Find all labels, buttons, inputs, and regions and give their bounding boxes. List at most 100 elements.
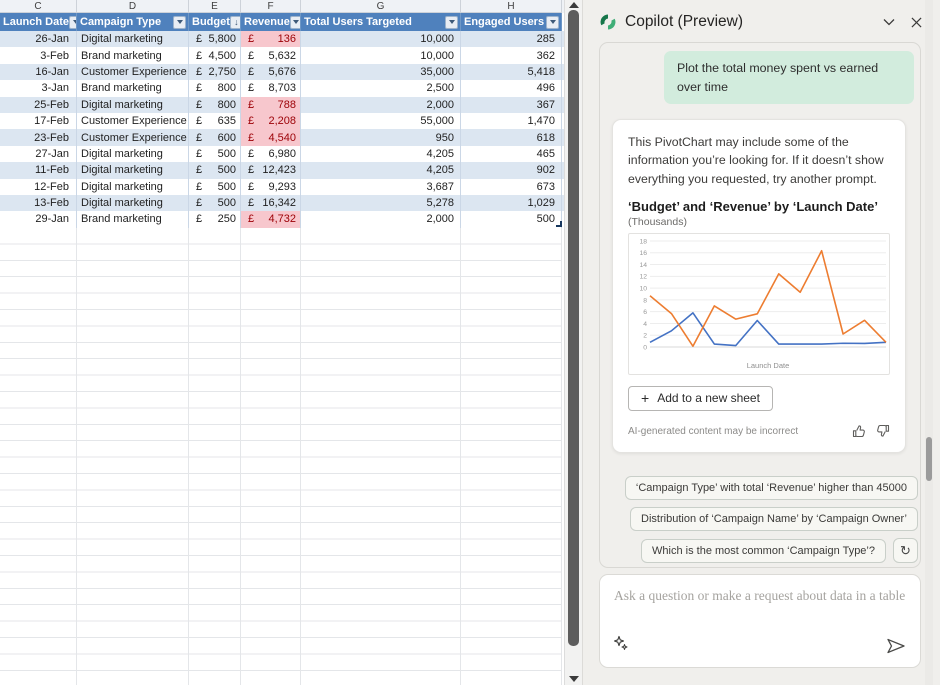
sparkle-prompt-icon[interactable] [613, 635, 629, 656]
scroll-down-icon[interactable] [569, 676, 579, 682]
cell-engaged-users[interactable]: 1,029 [461, 195, 562, 211]
chat-input-box[interactable]: Ask a question or make a request about d… [599, 574, 921, 668]
filter-dropdown-icon[interactable] [546, 16, 559, 29]
cell-budget[interactable]: £500 [189, 195, 241, 211]
cell-budget[interactable]: £600 [189, 129, 241, 145]
cell-revenue[interactable]: £8,703 [241, 80, 301, 96]
table-resize-handle[interactable] [556, 221, 562, 227]
panel-scrollbar-thumb[interactable] [926, 437, 932, 481]
suggestion-pill[interactable]: Which is the most common ‘Campaign Type’… [641, 539, 886, 563]
cell-campaign-type[interactable]: Digital marketing [77, 146, 189, 162]
cell-budget[interactable]: £2,750 [189, 64, 241, 80]
cell-engaged-users[interactable]: 367 [461, 97, 562, 113]
cell-campaign-type[interactable]: Digital marketing [77, 162, 189, 178]
cell-campaign-type[interactable]: Digital marketing [77, 179, 189, 195]
cell-launch-date[interactable]: 23-Feb [0, 129, 77, 145]
scroll-up-icon[interactable] [569, 2, 579, 8]
cell-campaign-type[interactable]: Brand marketing [77, 47, 189, 63]
cell-campaign-type[interactable]: Brand marketing [77, 211, 189, 227]
cell-revenue[interactable]: £2,208 [241, 113, 301, 129]
cell-revenue[interactable]: £9,293 [241, 179, 301, 195]
filter-dropdown-icon[interactable] [69, 16, 77, 29]
cell-total-users-targeted[interactable]: 4,205 [301, 146, 461, 162]
cell-launch-date[interactable]: 29-Jan [0, 211, 77, 227]
thumbs-up-icon[interactable] [852, 424, 866, 438]
send-icon[interactable] [886, 638, 906, 657]
close-icon[interactable] [909, 15, 924, 30]
panel-scrollbar-track[interactable] [925, 0, 933, 685]
cell-budget[interactable]: £4,500 [189, 47, 241, 63]
cell-revenue[interactable]: £12,423 [241, 162, 301, 178]
cell-total-users-targeted[interactable]: 2,000 [301, 97, 461, 113]
cell-engaged-users[interactable]: 362 [461, 47, 562, 63]
column-letter-e[interactable]: E [189, 0, 241, 13]
cell-engaged-users[interactable]: 500 [461, 211, 562, 227]
cell-revenue[interactable]: £4,540 [241, 129, 301, 145]
cell-revenue[interactable]: £136 [241, 31, 301, 47]
cell-revenue[interactable]: £16,342 [241, 195, 301, 211]
filter-dropdown-icon[interactable] [445, 16, 458, 29]
cell-budget[interactable]: £500 [189, 179, 241, 195]
cell-budget[interactable]: £800 [189, 80, 241, 96]
cell-campaign-type[interactable]: Customer Experience [77, 113, 189, 129]
cell-engaged-users[interactable]: 465 [461, 146, 562, 162]
cell-campaign-type[interactable]: Digital marketing [77, 31, 189, 47]
cell-launch-date[interactable]: 11-Feb [0, 162, 77, 178]
column-letter-c[interactable]: C [0, 0, 77, 13]
cell-launch-date[interactable]: 17-Feb [0, 113, 77, 129]
cell-launch-date[interactable]: 3-Feb [0, 47, 77, 63]
cell-budget[interactable]: £5,800 [189, 31, 241, 47]
cell-campaign-type[interactable]: Brand marketing [77, 80, 189, 96]
column-letter-g[interactable]: G [301, 0, 461, 13]
cell-launch-date[interactable]: 12-Feb [0, 179, 77, 195]
cell-total-users-targeted[interactable]: 4,205 [301, 162, 461, 178]
cell-total-users-targeted[interactable]: 55,000 [301, 113, 461, 129]
cell-engaged-users[interactable]: 673 [461, 179, 562, 195]
cell-revenue[interactable]: £5,632 [241, 47, 301, 63]
cell-total-users-targeted[interactable]: 35,000 [301, 64, 461, 80]
cell-launch-date[interactable]: 16-Jan [0, 64, 77, 80]
cell-revenue[interactable]: £5,676 [241, 64, 301, 80]
cell-budget[interactable]: £500 [189, 162, 241, 178]
sheet-scrollbar-thumb[interactable] [568, 10, 579, 646]
cell-launch-date[interactable]: 26-Jan [0, 31, 77, 47]
cell-campaign-type[interactable]: Customer Experience [77, 129, 189, 145]
suggestion-pill[interactable]: Distribution of ‘Campaign Name’ by ‘Camp… [630, 507, 918, 531]
collapse-chevron-icon[interactable] [881, 16, 897, 28]
add-to-new-sheet-button[interactable]: + Add to a new sheet [628, 386, 773, 411]
sort-descending-icon[interactable]: ↓ [230, 16, 241, 29]
column-letter-f[interactable]: F [241, 0, 301, 13]
cell-total-users-targeted[interactable]: 2,500 [301, 80, 461, 96]
filter-dropdown-icon[interactable] [173, 16, 186, 29]
cell-campaign-type[interactable]: Digital marketing [77, 97, 189, 113]
cell-launch-date[interactable]: 27-Jan [0, 146, 77, 162]
cell-engaged-users[interactable]: 1,470 [461, 113, 562, 129]
cell-budget[interactable]: £500 [189, 146, 241, 162]
cell-total-users-targeted[interactable]: 3,687 [301, 179, 461, 195]
cell-engaged-users[interactable]: 618 [461, 129, 562, 145]
cell-launch-date[interactable]: 3-Jan [0, 80, 77, 96]
cell-launch-date[interactable]: 13-Feb [0, 195, 77, 211]
empty-grid-cells[interactable] [0, 228, 562, 685]
cell-total-users-targeted[interactable]: 5,278 [301, 195, 461, 211]
column-letter-d[interactable]: D [77, 0, 189, 13]
cell-engaged-users[interactable]: 496 [461, 80, 562, 96]
cell-budget[interactable]: £635 [189, 113, 241, 129]
cell-total-users-targeted[interactable]: 10,000 [301, 31, 461, 47]
cell-campaign-type[interactable]: Digital marketing [77, 195, 189, 211]
sheet-vertical-scrollbar[interactable] [564, 0, 582, 685]
suggestion-pill[interactable]: ‘Campaign Type’ with total ‘Revenue’ hig… [625, 476, 918, 500]
cell-engaged-users[interactable]: 902 [461, 162, 562, 178]
cell-budget[interactable]: £800 [189, 97, 241, 113]
cell-engaged-users[interactable]: 285 [461, 31, 562, 47]
column-letter-h[interactable]: H [461, 0, 562, 13]
cell-revenue[interactable]: £788 [241, 97, 301, 113]
cell-campaign-type[interactable]: Customer Experience [77, 64, 189, 80]
cell-launch-date[interactable]: 25-Feb [0, 97, 77, 113]
cell-revenue[interactable]: £4,732 [241, 211, 301, 227]
thumbs-down-icon[interactable] [876, 424, 890, 438]
cell-revenue[interactable]: £6,980 [241, 146, 301, 162]
cell-total-users-targeted[interactable]: 2,000 [301, 211, 461, 227]
refresh-suggestions-icon[interactable]: ↻ [893, 538, 918, 563]
cell-total-users-targeted[interactable]: 10,000 [301, 47, 461, 63]
